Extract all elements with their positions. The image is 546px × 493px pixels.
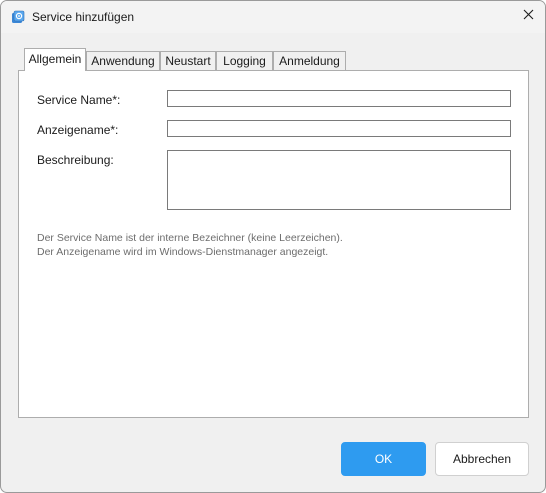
tab-anmeldung[interactable]: Anmeldung (273, 51, 346, 70)
tab-anwendung[interactable]: Anwendung (86, 51, 160, 70)
tab-allgemein[interactable]: Allgemein (24, 48, 86, 71)
service-gear-icon (11, 10, 25, 24)
hint-text-service-name: Der Service Name ist der interne Bezeich… (37, 232, 343, 244)
service-name-label: Service Name*: (37, 93, 121, 107)
dialog-window: Service hinzufügen Allgemein Anwendung N… (0, 0, 546, 493)
window-title: Service hinzufügen (32, 10, 135, 24)
cancel-button[interactable]: Abbrechen (435, 442, 529, 476)
close-button[interactable] (511, 1, 545, 31)
hint-text-display-name: Der Anzeigename wird im Windows-Dienstma… (37, 246, 329, 258)
tab-panel-allgemein: Service Name*: Anzeigename*: Beschreibun… (18, 70, 529, 418)
tab-neustart[interactable]: Neustart (160, 51, 216, 70)
display-name-input[interactable] (167, 120, 511, 137)
service-name-input[interactable] (167, 90, 511, 107)
close-icon (523, 9, 534, 23)
display-name-label: Anzeigename*: (37, 123, 119, 137)
description-label: Beschreibung: (37, 153, 114, 167)
description-textarea[interactable] (167, 150, 511, 210)
tab-logging[interactable]: Logging (216, 51, 273, 70)
title-bar[interactable]: Service hinzufügen (1, 1, 545, 33)
ok-button[interactable]: OK (341, 442, 426, 476)
